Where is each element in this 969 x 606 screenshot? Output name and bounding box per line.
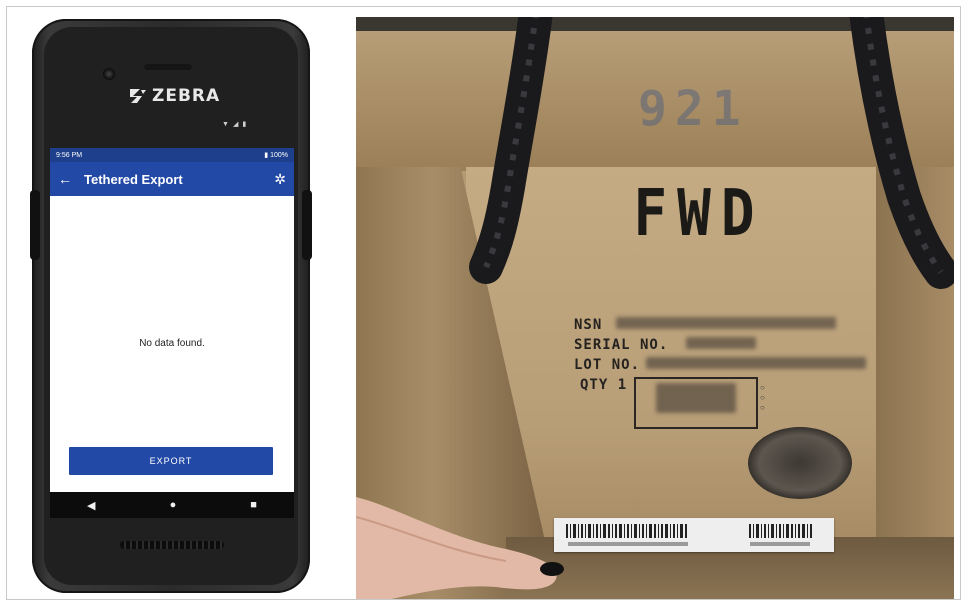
side-button bbox=[30, 190, 40, 260]
battery-icon: ▮ bbox=[264, 152, 269, 159]
battery-icon: ▮ bbox=[242, 121, 247, 128]
gear-icon[interactable]: ✲ bbox=[274, 171, 286, 188]
front-camera bbox=[103, 68, 115, 80]
battery-level: 100% bbox=[270, 152, 288, 159]
status-right: ▮ 100% bbox=[264, 151, 288, 159]
barcode-icon bbox=[566, 524, 812, 546]
device-logo: ZEBRA bbox=[128, 84, 228, 108]
crate-photo: 921 FWD NSN SERIAL NO. LOT NO. QTY 1 ○ ○ ○ bbox=[356, 17, 954, 599]
signal-icon: ◢ bbox=[232, 121, 239, 128]
page-title: Tethered Export bbox=[84, 171, 183, 187]
fingernail bbox=[540, 562, 564, 576]
device-screen: 9:56 PM ▮ 100% ← Tethered Export ✲ No da… bbox=[50, 148, 294, 518]
android-status-bar: 9:56 PM ▮ 100% bbox=[50, 148, 294, 162]
zebra-logo-icon bbox=[130, 89, 146, 103]
earpiece-speaker bbox=[144, 64, 192, 70]
app-toolbar: ← Tethered Export ✲ bbox=[50, 162, 294, 196]
finger bbox=[356, 497, 564, 599]
brand-name: ZEBRA bbox=[152, 86, 221, 106]
status-time: 9:56 PM bbox=[56, 151, 83, 159]
android-nav-bar: ◀ ● ■ bbox=[50, 492, 294, 518]
wifi-icon: ▼ bbox=[222, 120, 229, 128]
back-arrow-icon[interactable]: ← bbox=[58, 171, 80, 187]
side-button bbox=[302, 190, 312, 260]
bottom-speaker-grille bbox=[120, 541, 224, 549]
nav-home-icon[interactable]: ● bbox=[170, 499, 177, 511]
export-button[interactable]: EXPORT bbox=[69, 447, 273, 475]
nav-back-icon[interactable]: ◀ bbox=[87, 499, 95, 512]
barcode-label bbox=[554, 518, 834, 552]
empty-state-message: No data found. bbox=[139, 338, 205, 349]
nav-recents-icon[interactable]: ■ bbox=[250, 499, 257, 511]
hardware-indicators: ▼ ◢ ▮ bbox=[222, 118, 288, 130]
